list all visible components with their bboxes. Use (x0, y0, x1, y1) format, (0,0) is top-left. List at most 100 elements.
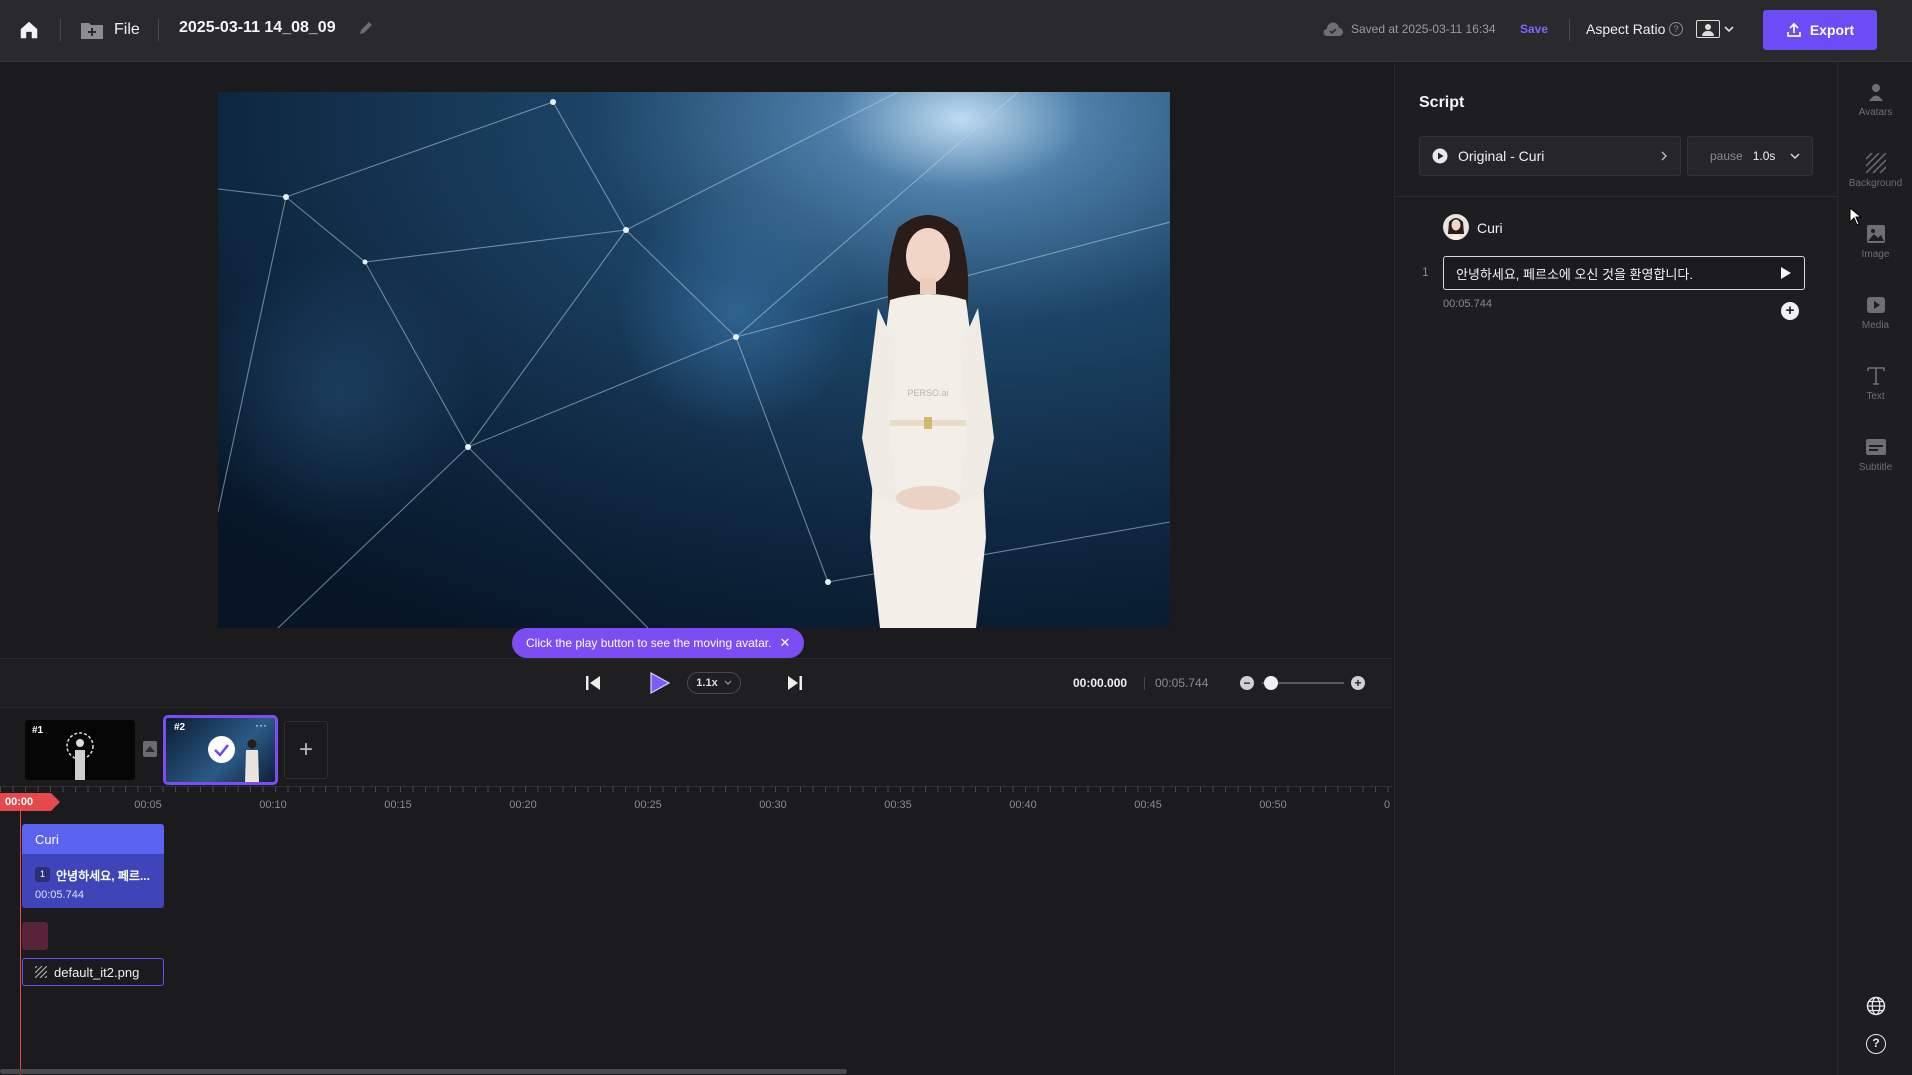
globe-icon (1866, 996, 1886, 1016)
avatar-track-header[interactable]: Curi (22, 824, 164, 854)
chevron-down-icon (1724, 26, 1734, 33)
skip-forward-button[interactable] (786, 674, 804, 692)
tick-label: 00:35 (884, 799, 912, 811)
video-canvas[interactable]: PERSO.ai (218, 92, 1170, 628)
pause-value: 1.0s (1752, 149, 1776, 163)
player-controls: 1.1x 00:00.000 00:05.744 − + (0, 658, 1392, 708)
zoom-in-button[interactable]: + (1351, 676, 1365, 690)
play-circle-icon[interactable] (1432, 148, 1448, 164)
background-track-label: default_it2.png (54, 964, 140, 980)
scene-badge: #1 (32, 725, 44, 736)
script-line-editor[interactable]: 안녕하세요, 페르소에 오신 것을 환영합니다. (1443, 256, 1805, 290)
export-label: Export (1809, 22, 1855, 38)
total-time: 00:05.744 (1155, 676, 1209, 690)
scene-strip: #1 #2 ··· + (0, 708, 1392, 794)
check-icon (208, 736, 235, 763)
script-clip[interactable]: 1 안녕하세요, 페르... 00:05.744 (22, 854, 164, 908)
zoom-slider-handle[interactable] (1264, 676, 1279, 690)
speed-selector[interactable]: 1.1x (687, 672, 741, 694)
play-button[interactable] (647, 671, 671, 695)
image-icon (1866, 225, 1885, 243)
rail-label: Media (1861, 320, 1890, 331)
rail-text[interactable]: Text (1838, 366, 1912, 402)
background-track[interactable]: default_it2.png (22, 958, 164, 986)
chevron-right-icon (1661, 151, 1667, 161)
play-hint-tooltip: Click the play button to see the moving … (512, 628, 805, 658)
rail-label: Image (1861, 249, 1890, 260)
help-icon: ? (1872, 1036, 1880, 1050)
media-icon (1866, 297, 1885, 313)
more-options-icon[interactable]: ··· (255, 718, 267, 732)
rail-label: Background (1848, 178, 1903, 189)
stage-area: PERSO.ai Click the play button to see th… (0, 62, 1392, 664)
avatar-icon (1868, 84, 1883, 101)
horizontal-scrollbar[interactable] (0, 1069, 847, 1074)
home-button[interactable] (14, 16, 44, 44)
timeline[interactable]: 00:05 00:10 00:15 00:20 00:25 00:30 00:3… (0, 786, 1392, 1075)
aspect-ratio-dropdown[interactable] (1696, 18, 1736, 40)
rail-label: Avatars (1858, 107, 1893, 118)
speaker-name: Curi (1477, 220, 1503, 236)
scene-thumbnail-2[interactable]: #2 ··· (163, 715, 278, 785)
transition-icon[interactable] (143, 741, 157, 757)
rail-label: Subtitle (1858, 462, 1893, 473)
saved-status: Saved at 2025-03-11 16:34 (1351, 22, 1496, 36)
background-image (218, 92, 1170, 628)
play-icon (650, 671, 671, 695)
skip-back-button[interactable] (584, 674, 602, 692)
tick-label: 00:50 (1259, 799, 1287, 811)
speed-value: 1.1x (696, 677, 718, 689)
home-icon (20, 21, 38, 39)
file-menu-button[interactable]: File (80, 18, 140, 42)
voice-selector[interactable]: Original - Curi (1419, 136, 1681, 176)
zoom-slider[interactable] (1262, 676, 1344, 690)
pause-selector[interactable]: pause 1.0s (1687, 136, 1813, 176)
portrait-icon (1696, 20, 1720, 38)
project-title[interactable]: 2025-03-11 14_08_09 (179, 19, 336, 37)
background-pattern-icon (35, 966, 47, 978)
text-icon (1866, 367, 1885, 385)
file-menu-label: File (114, 21, 140, 38)
rail-background[interactable]: Background (1838, 153, 1912, 189)
rail-subtitle[interactable]: Subtitle (1838, 437, 1912, 473)
scene-thumbnail-1[interactable]: #1 (25, 720, 135, 780)
line-number: 1 (1422, 265, 1429, 279)
tick-label: 00:05 (134, 799, 162, 811)
avatar-track-label: Curi (35, 831, 59, 847)
save-button[interactable]: Save (1520, 22, 1548, 36)
folder-plus-icon (81, 23, 103, 39)
avatar-figure[interactable]: PERSO.ai (838, 208, 1018, 628)
add-line-button[interactable]: + (1781, 302, 1799, 320)
skip-forward-icon (788, 676, 802, 690)
export-button[interactable]: Export (1763, 10, 1877, 50)
rail-avatars[interactable]: Avatars (1838, 82, 1912, 118)
plus-icon: + (298, 736, 313, 763)
tooltip-text: Click the play button to see the moving … (526, 636, 772, 650)
tick-label: 00:30 (759, 799, 787, 811)
language-button[interactable] (1866, 996, 1886, 1016)
play-line-icon[interactable] (1780, 266, 1792, 280)
rail-image[interactable]: Image (1838, 224, 1912, 260)
aspect-ratio-help-icon[interactable]: ? (1669, 22, 1683, 36)
close-icon[interactable]: ✕ (779, 635, 790, 651)
tick-label: 00:45 (1134, 799, 1162, 811)
transition-block[interactable] (22, 922, 48, 950)
rename-button[interactable] (358, 20, 376, 38)
pause-label: pause (1710, 149, 1743, 163)
playhead-marker[interactable]: 00:00 (0, 793, 60, 811)
avatar-thumbnail-icon (245, 739, 259, 782)
clip-index-badge: 1 (35, 867, 50, 882)
skip-back-icon (586, 676, 600, 690)
subtitle-icon (1865, 439, 1886, 455)
help-button[interactable]: ? (1866, 1034, 1886, 1054)
background-icon (1865, 153, 1886, 173)
add-scene-button[interactable]: + (284, 721, 328, 779)
current-time: 00:00.000 (1073, 676, 1128, 690)
zoom-out-button[interactable]: − (1240, 676, 1254, 690)
playhead-line (20, 811, 21, 1075)
script-line-text[interactable]: 안녕하세요, 페르소에 오신 것을 환영합니다. (1456, 264, 1780, 283)
rail-label: Text (1866, 391, 1885, 402)
rail-media[interactable]: Media (1838, 295, 1912, 331)
tick-label: 0 (1383, 799, 1391, 811)
line-duration: 00:05.744 (1443, 298, 1492, 310)
